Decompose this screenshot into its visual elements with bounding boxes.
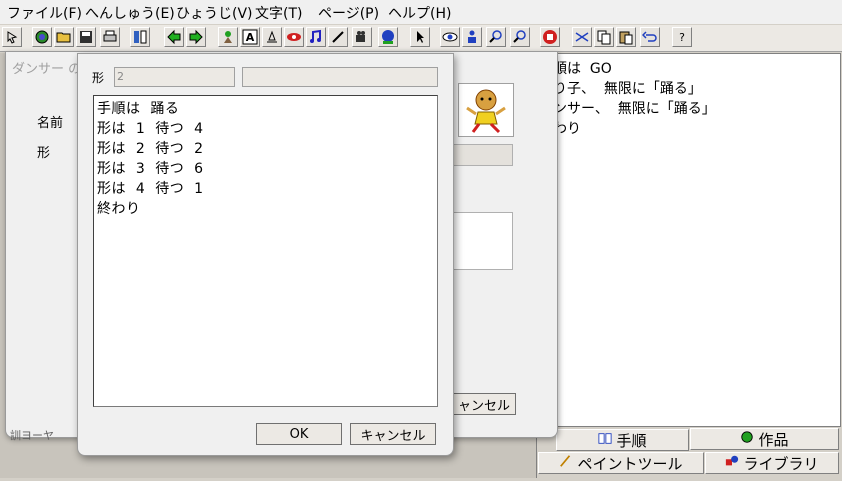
shapes-icon bbox=[725, 454, 739, 472]
printer-icon[interactable] bbox=[100, 27, 120, 47]
svg-text:A: A bbox=[246, 31, 255, 44]
sprite-character-icon[interactable] bbox=[218, 27, 238, 47]
text-a-icon[interactable]: A bbox=[240, 27, 260, 47]
scissors-icon[interactable] bbox=[572, 27, 592, 47]
procedure-line: り子、 無限に「踊る」 bbox=[553, 81, 702, 97]
shape-select[interactable] bbox=[453, 144, 513, 166]
procedure-line: 順は GO bbox=[553, 61, 612, 77]
help-icon[interactable]: ? bbox=[672, 27, 692, 47]
stop-hand-icon[interactable] bbox=[540, 27, 560, 47]
dialog1-cancel-button[interactable]: ャンセル bbox=[452, 393, 516, 415]
shape-name-input[interactable] bbox=[242, 67, 438, 87]
toolbar: A ? bbox=[0, 25, 842, 52]
globe-icon bbox=[740, 430, 754, 448]
music-note-icon[interactable] bbox=[306, 27, 326, 47]
tab-procedure[interactable]: 手順 bbox=[556, 429, 689, 451]
script-line: 形は 3 待つ 6 bbox=[97, 161, 204, 177]
eye-red-icon[interactable] bbox=[284, 27, 304, 47]
menu-view[interactable]: ひょうじ(V) bbox=[176, 3, 253, 23]
name-label: 名前 bbox=[37, 116, 64, 131]
shape-label: 形 bbox=[92, 71, 105, 85]
brush-icon bbox=[559, 454, 573, 472]
menu-page[interactable]: ページ(P) bbox=[318, 3, 379, 23]
undo-icon[interactable] bbox=[640, 27, 660, 47]
tab-paint-tool-label: ペイントツール bbox=[577, 454, 683, 473]
dialog-title: ダンサー の bbox=[12, 62, 82, 77]
figure-icon[interactable] bbox=[462, 27, 482, 47]
procedure-panel[interactable]: 順は GO り子、 無限に「踊る」 ンサー、 無限に「踊る」 わり bbox=[540, 53, 841, 427]
cursor-icon[interactable] bbox=[2, 27, 22, 47]
dancer-sprite-icon bbox=[466, 89, 506, 134]
pointer-icon[interactable] bbox=[410, 27, 430, 47]
menu-text[interactable]: 文字(T) bbox=[255, 3, 302, 23]
shape-input[interactable]: 2 bbox=[114, 67, 235, 87]
tab-work[interactable]: 作品 bbox=[690, 428, 839, 450]
tab-library-label: ライブラリ bbox=[743, 454, 819, 473]
script-textarea[interactable]: 手順は 踊る 形は 1 待つ 4 形は 2 待つ 2 形は 3 待つ 6 形は … bbox=[93, 95, 438, 407]
columns-icon[interactable] bbox=[130, 27, 150, 47]
cancel-button[interactable]: キャンセル bbox=[350, 423, 436, 445]
tab-work-label: 作品 bbox=[758, 430, 789, 449]
status-text: 訓ヨーヤ bbox=[10, 429, 54, 442]
zoom-out-icon[interactable] bbox=[510, 27, 530, 47]
copy-icon[interactable] bbox=[594, 27, 614, 47]
tab-library[interactable]: ライブラリ bbox=[705, 452, 839, 474]
dancer-thumbnail[interactable] bbox=[458, 83, 514, 137]
script-line: 手順は 踊る bbox=[97, 101, 180, 117]
arrow-left-icon[interactable] bbox=[164, 27, 184, 47]
script-line: 形は 4 待つ 1 bbox=[97, 181, 204, 197]
book-icon bbox=[598, 431, 613, 449]
syringe-icon[interactable] bbox=[328, 27, 348, 47]
zoom-in-icon[interactable] bbox=[486, 27, 506, 47]
tab-paint-tool[interactable]: ペイントツール bbox=[538, 452, 704, 474]
stamp-icon[interactable] bbox=[262, 27, 282, 47]
paste-icon[interactable] bbox=[616, 27, 636, 47]
sphere-icon[interactable] bbox=[378, 27, 398, 47]
ok-button[interactable]: OK bbox=[256, 423, 342, 445]
movie-camera-icon[interactable] bbox=[352, 27, 372, 47]
menu-edit[interactable]: へんしゅう(E) bbox=[85, 3, 175, 23]
script-line: 形は 2 待つ 2 bbox=[97, 141, 204, 157]
script-line: 終わり bbox=[97, 201, 141, 217]
open-folder-icon[interactable] bbox=[54, 27, 74, 47]
procedure-line: ンサー、 無限に「踊る」 bbox=[553, 101, 716, 117]
menu-bar: ファイル(F) へんしゅう(E) ひょうじ(V) 文字(T) ページ(P) ヘル… bbox=[0, 0, 842, 24]
save-disk-icon[interactable] bbox=[76, 27, 96, 47]
globe-icon[interactable] bbox=[32, 27, 52, 47]
menu-help[interactable]: ヘルプ(H) bbox=[388, 3, 451, 23]
script-line: 形は 1 待つ 4 bbox=[97, 121, 204, 137]
menu-file[interactable]: ファイル(F) bbox=[7, 3, 82, 23]
tab-procedure-label: 手順 bbox=[616, 431, 647, 450]
preview-box bbox=[453, 212, 513, 270]
shape-label: 形 bbox=[37, 146, 51, 161]
arrow-right-icon[interactable] bbox=[186, 27, 206, 47]
script-editor-dialog: 形 2 手順は 踊る 形は 1 待つ 4 形は 2 待つ 2 形は 3 待つ 6… bbox=[77, 53, 454, 456]
eye-blue-icon[interactable] bbox=[440, 27, 460, 47]
